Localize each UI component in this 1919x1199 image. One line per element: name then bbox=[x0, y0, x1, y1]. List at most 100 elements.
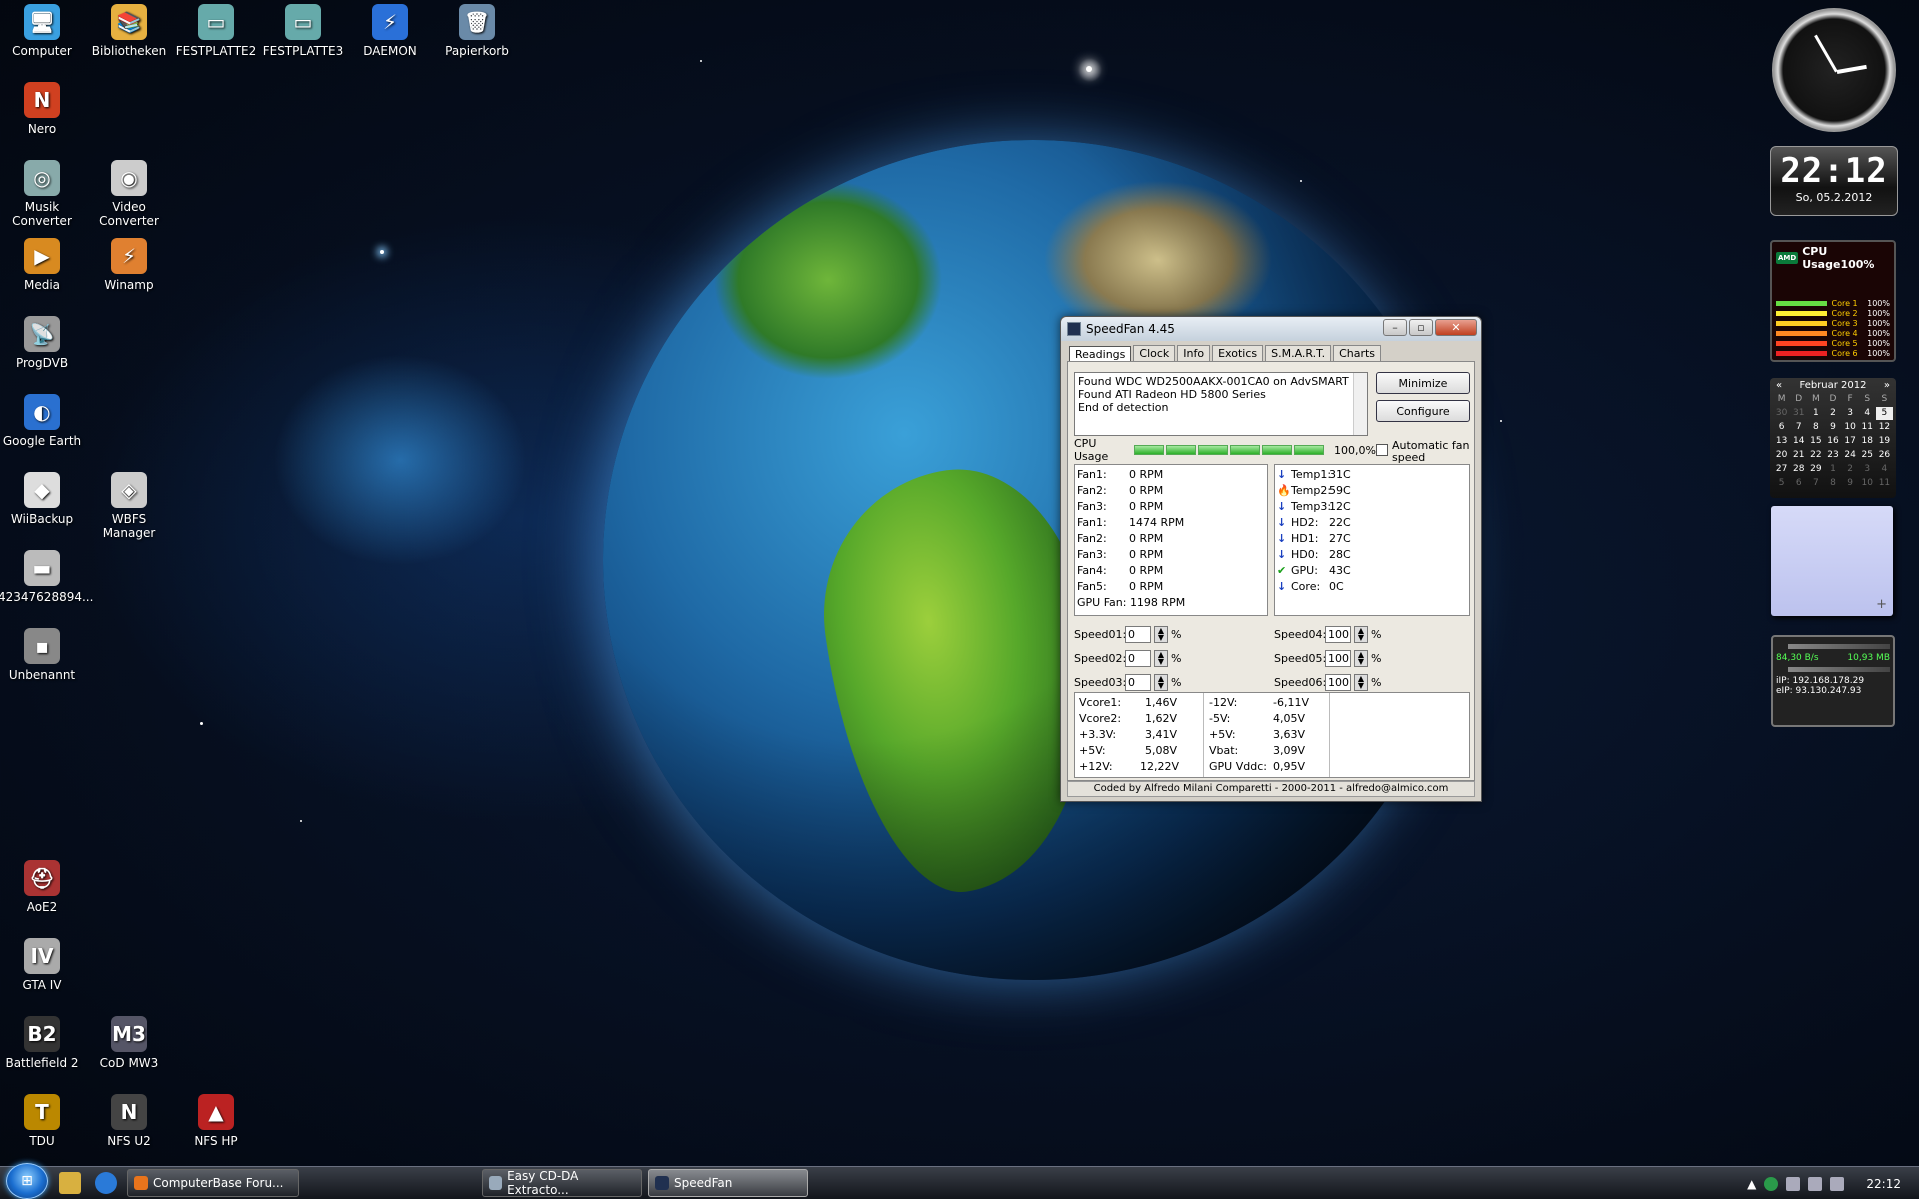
tab-exotics[interactable]: Exotics bbox=[1212, 345, 1264, 361]
desktop-icon[interactable]: 🖥 Computer bbox=[0, 4, 86, 58]
calendar-day[interactable]: 2 bbox=[1824, 407, 1841, 420]
calendar-day[interactable]: 8 bbox=[1824, 477, 1841, 490]
speed-spinner[interactable]: ▲ ▼ bbox=[1354, 626, 1368, 643]
desktop-icon[interactable]: ▭ FESTPLATTE3 bbox=[259, 4, 347, 58]
calendar-day[interactable]: 7 bbox=[1807, 477, 1824, 490]
cpu-usage-gadget[interactable]: AMD CPU Usage100% Core 1 100% Core 2 100% Cor… bbox=[1770, 240, 1896, 362]
next-month-icon[interactable]: » bbox=[1884, 380, 1890, 391]
calendar-day[interactable]: 10 bbox=[1842, 421, 1859, 434]
internet-explorer-icon[interactable] bbox=[95, 1172, 117, 1194]
desktop-icon[interactable]: 🗑 Papierkorb bbox=[433, 4, 521, 58]
calendar-day[interactable]: 11 bbox=[1876, 477, 1893, 490]
volume-icon[interactable] bbox=[1830, 1176, 1845, 1191]
network-meter-gadget[interactable]: 84,30 B/s 10,93 MB iIP: 192.168.178.29 eI… bbox=[1771, 635, 1895, 727]
analog-clock-gadget[interactable] bbox=[1772, 8, 1896, 132]
taskbar-clock[interactable]: 22:12 bbox=[1866, 1177, 1901, 1191]
taskbar-button[interactable]: Easy CD-DA Extracto... bbox=[482, 1169, 642, 1197]
window-maximize-button[interactable]: ▫ bbox=[1409, 319, 1433, 336]
calendar-day[interactable]: 5 bbox=[1773, 477, 1790, 490]
calendar-day[interactable]: 9 bbox=[1824, 421, 1841, 434]
tab-clock[interactable]: Clock bbox=[1133, 345, 1176, 361]
desktop-icon[interactable]: ◈ WBFS Manager bbox=[85, 472, 173, 540]
calendar-day[interactable]: 24 bbox=[1842, 449, 1859, 462]
calendar-day[interactable]: 3 bbox=[1842, 407, 1859, 420]
calendar-day[interactable]: 16 bbox=[1824, 435, 1841, 448]
calendar-day[interactable]: 25 bbox=[1859, 449, 1876, 462]
calendar-day[interactable]: 27 bbox=[1773, 463, 1790, 476]
speedfan-window[interactable]: SpeedFan 4.45 – ▫ ✕ Readings Clock Info Exo… bbox=[1060, 316, 1482, 802]
calendar-day[interactable]: 6 bbox=[1790, 477, 1807, 490]
calendar-day[interactable]: 29 bbox=[1807, 463, 1824, 476]
desktop-icon[interactable]: ▲ NFS HP bbox=[172, 1094, 260, 1148]
calendar-day[interactable]: 28 bbox=[1790, 463, 1807, 476]
desktop-icon[interactable]: ⛑ AoE2 bbox=[0, 860, 86, 914]
start-button[interactable]: ⊞ bbox=[6, 1163, 48, 1199]
speed-spinner[interactable]: ▲ ▼ bbox=[1154, 626, 1168, 643]
speed-spinner[interactable]: ▲ ▼ bbox=[1354, 650, 1368, 667]
desktop-icon[interactable]: 📡 ProgDVB bbox=[0, 316, 86, 370]
tray-app-icon[interactable] bbox=[1764, 1176, 1779, 1191]
minimize-button[interactable]: Minimize bbox=[1376, 372, 1470, 394]
desktop-icon[interactable]: N Nero bbox=[0, 82, 86, 136]
calendar-day[interactable]: 30 bbox=[1773, 407, 1790, 420]
tab-readings[interactable]: Readings bbox=[1069, 346, 1132, 362]
speed-spinner[interactable]: ▲ ▼ bbox=[1354, 674, 1368, 691]
calendar-day[interactable]: 22 bbox=[1807, 449, 1824, 462]
calendar-day[interactable]: 1 bbox=[1807, 407, 1824, 420]
explorer-icon[interactable] bbox=[59, 1172, 81, 1194]
calendar-day[interactable]: 1 bbox=[1824, 463, 1841, 476]
desktop-icon[interactable]: M3 CoD MW3 bbox=[85, 1016, 173, 1070]
prev-month-icon[interactable]: « bbox=[1776, 380, 1782, 391]
tab-smart[interactable]: S.M.A.R.T. bbox=[1265, 345, 1332, 361]
show-hidden-icons-icon[interactable]: ▲ bbox=[1747, 1177, 1756, 1191]
desktop-icon[interactable]: ⚡ DAEMON bbox=[346, 4, 434, 58]
calendar-day[interactable]: 17 bbox=[1842, 435, 1859, 448]
action-center-flag-icon[interactable] bbox=[1786, 1176, 1801, 1191]
window-close-button[interactable]: ✕ bbox=[1435, 319, 1477, 336]
calendar-day[interactable]: 3 bbox=[1859, 463, 1876, 476]
calendar-day[interactable]: 18 bbox=[1859, 435, 1876, 448]
desktop-icon[interactable]: IV GTA IV bbox=[0, 938, 86, 992]
calendar-day[interactable]: 6 bbox=[1773, 421, 1790, 434]
add-note-icon[interactable]: + bbox=[1876, 597, 1887, 612]
tab-charts[interactable]: Charts bbox=[1333, 345, 1382, 361]
calendar-day[interactable]: 20 bbox=[1773, 449, 1790, 462]
calendar-day[interactable]: 14 bbox=[1790, 435, 1807, 448]
calendar-day[interactable]: 21 bbox=[1790, 449, 1807, 462]
desktop-icon[interactable]: N NFS U2 bbox=[85, 1094, 173, 1148]
desktop-icon[interactable]: ▶ Media bbox=[0, 238, 86, 292]
calendar-day[interactable]: 10 bbox=[1859, 477, 1876, 490]
taskbar-button[interactable]: SpeedFan bbox=[648, 1169, 808, 1197]
configure-button[interactable]: Configure bbox=[1376, 400, 1470, 422]
calendar-day[interactable]: 9 bbox=[1842, 477, 1859, 490]
speed-input[interactable]: 100 bbox=[1325, 674, 1351, 691]
desktop-icon[interactable]: ◆ WiiBackup bbox=[0, 472, 86, 526]
speed-input[interactable]: 0 bbox=[1125, 650, 1151, 667]
calendar-day[interactable]: 19 bbox=[1876, 435, 1893, 448]
desktop-icon[interactable]: B2 Battlefield 2 bbox=[0, 1016, 86, 1070]
calendar-day[interactable]: 31 bbox=[1790, 407, 1807, 420]
sticky-note-gadget[interactable]: + bbox=[1771, 506, 1893, 616]
desktop-icon[interactable]: ▭ FESTPLATTE2 bbox=[172, 4, 260, 58]
taskbar-button[interactable]: ComputerBase Foru... bbox=[127, 1169, 299, 1197]
calendar-day[interactable]: 23 bbox=[1824, 449, 1841, 462]
calendar-day[interactable]: 4 bbox=[1859, 407, 1876, 420]
calendar-day[interactable]: 4 bbox=[1876, 463, 1893, 476]
speedfan-titlebar[interactable]: SpeedFan 4.45 – ▫ ✕ bbox=[1061, 317, 1481, 341]
speed-input[interactable]: 100 bbox=[1325, 650, 1351, 667]
automatic-fan-speed-checkbox[interactable] bbox=[1376, 444, 1388, 456]
calendar-day[interactable]: 26 bbox=[1876, 449, 1893, 462]
calendar-day[interactable]: 8 bbox=[1807, 421, 1824, 434]
calendar-day[interactable]: 12 bbox=[1876, 421, 1893, 434]
calendar-day[interactable]: 11 bbox=[1859, 421, 1876, 434]
speed-input[interactable]: 100 bbox=[1325, 626, 1351, 643]
speed-input[interactable]: 0 bbox=[1125, 626, 1151, 643]
digital-clock-gadget[interactable]: 22:12 So, 05.2.2012 bbox=[1770, 146, 1898, 216]
desktop-icon[interactable]: ▬ 42347628894... bbox=[0, 550, 93, 604]
calendar-gadget[interactable]: «Februar 2012» M D M D F S S 30 31 1 2 3 4 5 6 7 8 9 10 11 1… bbox=[1770, 378, 1896, 498]
network-icon[interactable] bbox=[1808, 1176, 1823, 1191]
speed-spinner[interactable]: ▲ ▼ bbox=[1154, 674, 1168, 691]
calendar-day[interactable]: 2 bbox=[1842, 463, 1859, 476]
calendar-day[interactable]: 15 bbox=[1807, 435, 1824, 448]
desktop-icon[interactable]: ⚡ Winamp bbox=[85, 238, 173, 292]
